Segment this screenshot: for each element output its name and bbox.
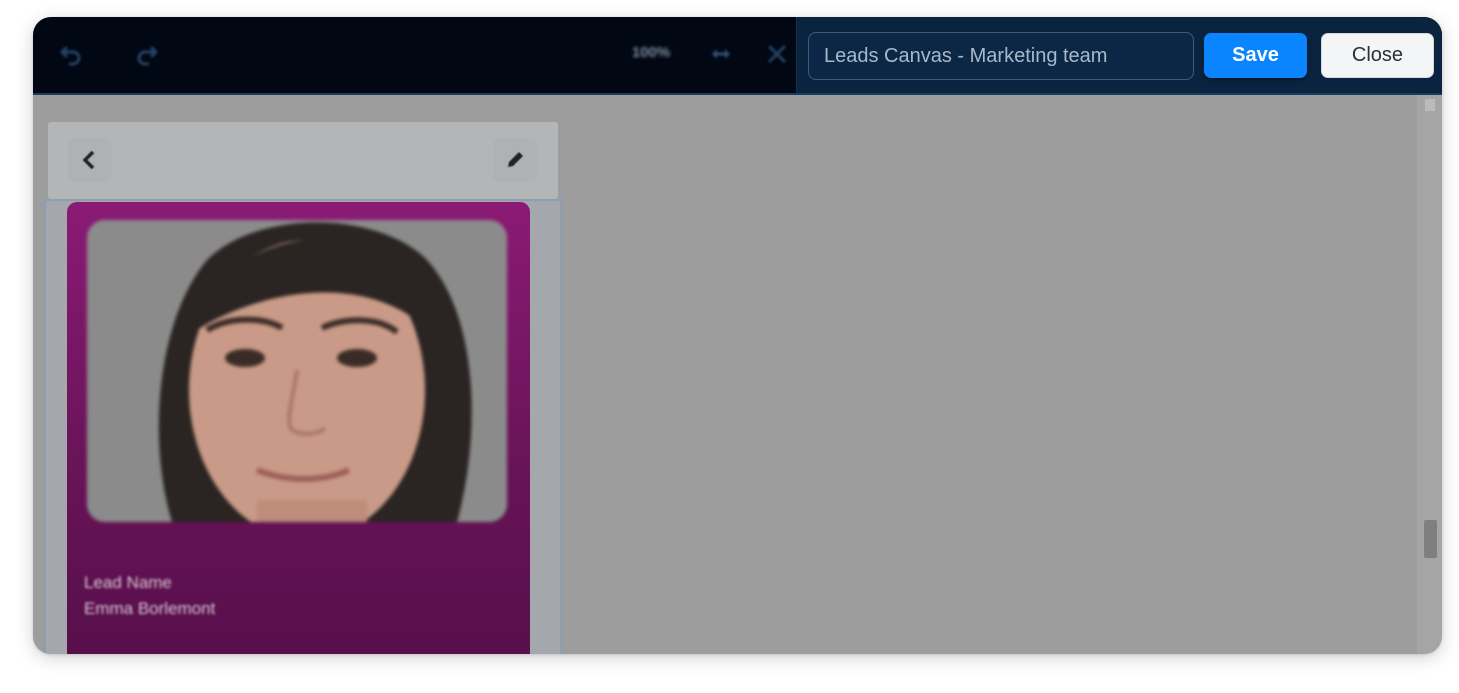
lead-name-field: Lead Name Emma Borlemont (84, 570, 215, 622)
vertical-scrollbar[interactable] (1417, 95, 1442, 654)
top-toolbar: 100% Save Close (33, 17, 1442, 95)
scroll-thumb[interactable] (1424, 520, 1437, 558)
expand-icon[interactable] (759, 39, 795, 69)
canvas-title-panel: Save Close (796, 17, 1442, 93)
arrows-horizontal-icon[interactable] (703, 39, 739, 69)
close-button[interactable]: Close (1321, 33, 1434, 78)
scroll-up-arrow[interactable] (1425, 99, 1435, 111)
redo-icon[interactable] (129, 39, 165, 69)
lead-card[interactable]: Lead Name Emma Borlemont (67, 202, 530, 654)
zoom-level[interactable]: 100% (623, 44, 679, 64)
edit-button[interactable] (493, 138, 537, 182)
lead-photo (87, 220, 507, 522)
undo-icon[interactable] (53, 39, 89, 69)
canvas-name-input[interactable] (808, 32, 1194, 80)
field-value: Emma Borlemont (84, 599, 216, 618)
card-editor-header (48, 122, 558, 199)
pencil-icon (508, 152, 523, 167)
back-button[interactable] (68, 138, 112, 182)
save-button[interactable]: Save (1204, 33, 1307, 78)
field-label: Lead Name (84, 573, 172, 592)
chevron-left-icon (82, 150, 95, 170)
app-window: 100% Save Close (33, 17, 1442, 654)
